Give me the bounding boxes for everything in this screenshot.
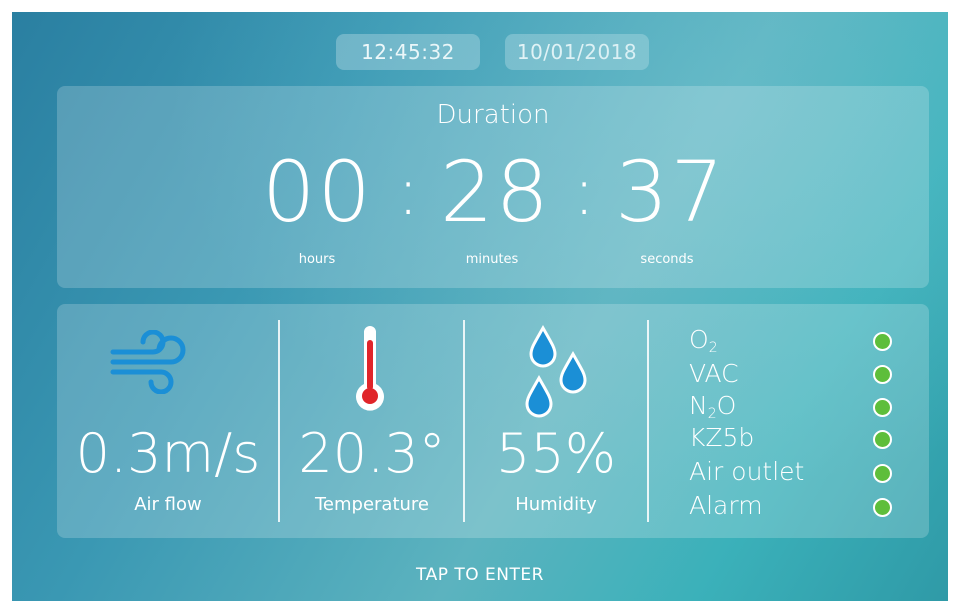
status-dot-vac <box>873 365 892 384</box>
divider <box>647 320 649 522</box>
sensors-panel: 0.3m/s Air flow 20.3° Temperature 55% Hu… <box>57 304 929 538</box>
gas-item-vac: VAC <box>689 359 739 388</box>
airflow-label: Air flow <box>134 494 202 515</box>
duration-title: Duration <box>436 100 550 130</box>
status-dot-air-outlet <box>873 464 892 483</box>
status-dot-kz5b <box>873 430 892 449</box>
humidity-label: Humidity <box>515 494 597 515</box>
clock-time: 12:45:32 <box>336 34 480 70</box>
gas-item-alarm: Alarm <box>689 491 763 520</box>
status-dot-o2 <box>873 332 892 351</box>
thermometer-icon <box>353 326 387 420</box>
minutes-label: minutes <box>465 252 519 267</box>
divider <box>278 320 280 522</box>
status-dot-alarm <box>873 498 892 517</box>
status-dot-n2o <box>873 398 892 417</box>
duration-minutes: 28 <box>440 143 551 241</box>
duration-hours: 00 <box>262 143 373 241</box>
duration-seconds: 37 <box>615 143 726 241</box>
airflow-value: 0.3m/s <box>75 422 261 485</box>
duration-panel: Duration 00 : 28 : 37 hours minutes seco… <box>57 86 929 288</box>
divider <box>463 320 465 522</box>
duration-separator: : <box>397 153 420 230</box>
wind-icon <box>109 329 189 398</box>
water-drops-icon <box>523 324 587 424</box>
seconds-label: seconds <box>640 252 694 267</box>
gas-item-air-outlet: Air outlet <box>689 457 805 486</box>
duration-separator: : <box>573 153 596 230</box>
tap-to-enter-button[interactable]: TAP TO ENTER <box>12 565 948 585</box>
hours-label: hours <box>298 252 336 267</box>
gas-item-kz5b: KZ5b <box>689 423 755 452</box>
temperature-label: Temperature <box>314 494 430 515</box>
humidity-value: 55% <box>495 422 617 485</box>
current-date: 10/01/2018 <box>505 34 649 70</box>
temperature-value: 20.3° <box>298 422 446 485</box>
dashboard-screen[interactable]: 12:45:32 10/01/2018 Duration 00 : 28 : 3… <box>12 12 948 601</box>
